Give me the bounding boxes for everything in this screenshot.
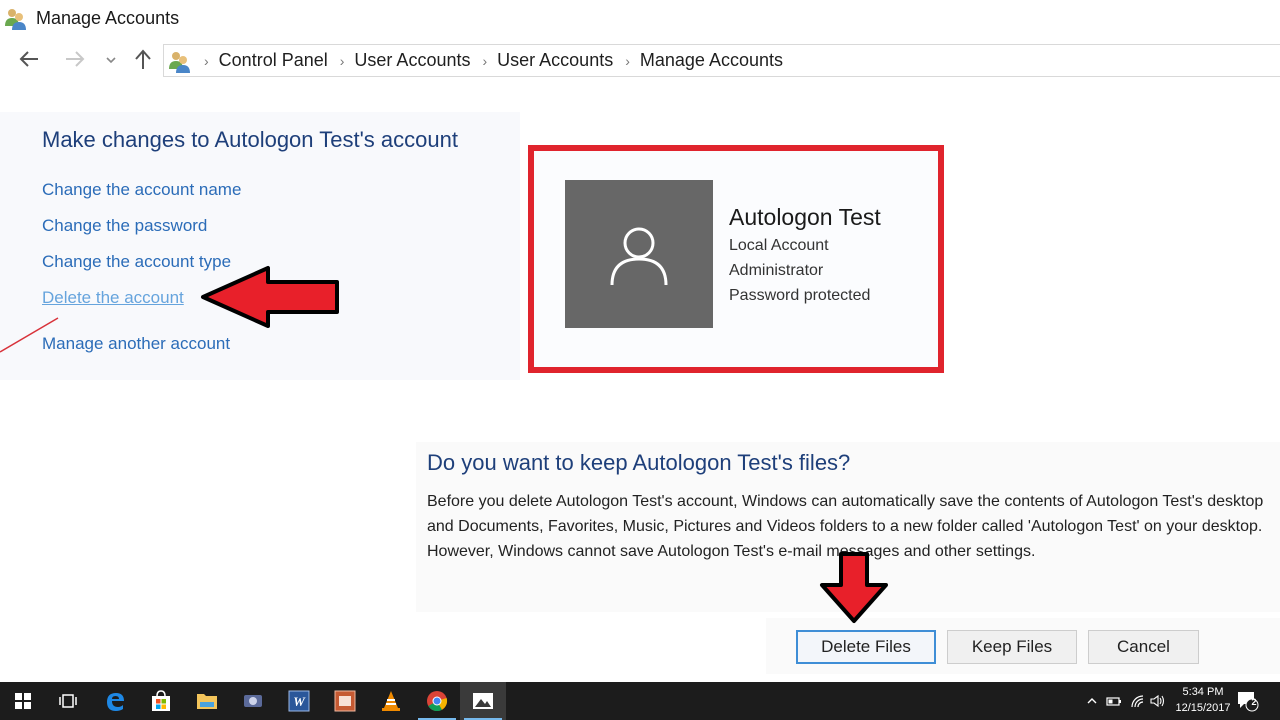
user-icon <box>610 227 668 286</box>
notification-count: 2 <box>1251 697 1257 707</box>
taskbar-photos[interactable] <box>460 682 506 720</box>
arrow-up-icon <box>135 49 151 69</box>
chevron-up-icon <box>1087 698 1097 704</box>
vlc-icon <box>382 691 400 711</box>
change-password-link[interactable]: Change the password <box>42 216 207 236</box>
forward-button[interactable] <box>64 48 86 75</box>
svg-text:W: W <box>293 694 306 709</box>
change-account-type-link[interactable]: Change the account type <box>42 252 231 272</box>
chrome-icon <box>427 691 448 712</box>
user-accounts-icon <box>169 51 190 73</box>
back-button[interactable] <box>18 48 40 75</box>
task-view-icon <box>59 694 77 708</box>
account-type: Local Account <box>729 237 829 254</box>
keep-files-description: Before you delete Autologon Test's accou… <box>427 493 1264 560</box>
breadcrumb-manage-accounts[interactable]: Manage Accounts <box>640 50 783 71</box>
arrow-right-icon <box>66 51 85 67</box>
window-title: Manage Accounts <box>36 8 180 28</box>
start-button[interactable] <box>0 682 46 720</box>
photos-icon <box>473 693 493 709</box>
up-button[interactable] <box>132 48 154 75</box>
store-icon <box>152 690 170 711</box>
app-icon <box>244 695 262 707</box>
keep-files-button[interactable]: Keep Files <box>947 630 1077 664</box>
taskbar: W <box>0 682 1280 720</box>
folder-icon <box>197 694 217 709</box>
change-account-name-link[interactable]: Change the account name <box>42 180 241 200</box>
account-role: Administrator <box>729 262 824 279</box>
taskbar-powerpoint[interactable] <box>322 682 368 720</box>
keep-files-heading: Do you want to keep Autologon Test's fil… <box>427 450 851 475</box>
account-name: Autologon Test <box>729 204 881 230</box>
taskbar-chrome[interactable] <box>414 682 460 720</box>
breadcrumb-separator[interactable]: › <box>204 53 209 69</box>
edge-icon <box>107 693 124 711</box>
windows-logo-icon <box>15 693 31 709</box>
address-bar[interactable]: › Control Panel › User Accounts › User A… <box>163 44 1280 77</box>
delete-files-button[interactable]: Delete Files <box>796 630 936 664</box>
network-button[interactable] <box>1130 682 1146 720</box>
clock-time: 5:34 PM <box>1182 686 1224 698</box>
volume-icon <box>1150 694 1165 708</box>
taskbar-vlc[interactable] <box>368 682 414 720</box>
breadcrumb-control-panel[interactable]: Control Panel <box>219 50 328 71</box>
cancel-button[interactable]: Cancel <box>1088 630 1199 664</box>
taskbar-app[interactable] <box>230 682 276 720</box>
user-accounts-icon <box>5 9 26 30</box>
show-hidden-icons-button[interactable] <box>1086 682 1098 720</box>
title-bar: Manage Accounts <box>0 0 1280 38</box>
taskbar-clock[interactable]: 5:34 PM 12/15/2017 <box>1168 684 1238 716</box>
manage-another-account-link[interactable]: Manage another account <box>42 334 230 354</box>
breadcrumb-separator[interactable]: › <box>340 53 345 69</box>
task-view-button[interactable] <box>45 682 91 720</box>
delete-account-link[interactable]: Delete the account <box>42 288 184 308</box>
account-security: Password protected <box>729 287 871 304</box>
tasks-heading: Make changes to Autologon Test's account <box>42 127 458 152</box>
word-icon: W <box>288 690 310 712</box>
breadcrumb-user-accounts[interactable]: User Accounts <box>354 50 470 71</box>
arrow-left-icon <box>19 51 38 67</box>
battery-button[interactable] <box>1106 682 1122 720</box>
taskbar-word[interactable]: W <box>276 682 322 720</box>
breadcrumb-separator[interactable]: › <box>482 53 487 69</box>
powerpoint-icon <box>334 690 356 712</box>
taskbar-file-explorer[interactable] <box>184 682 230 720</box>
account-avatar <box>565 180 713 328</box>
breadcrumb-user-accounts-sub[interactable]: User Accounts <box>497 50 613 71</box>
battery-icon <box>1106 697 1121 706</box>
recent-locations-button[interactable] <box>104 48 118 75</box>
chevron-down-icon <box>106 57 116 64</box>
taskbar-store[interactable] <box>138 682 184 720</box>
taskbar-edge[interactable] <box>92 682 138 720</box>
breadcrumb-separator[interactable]: › <box>625 53 630 69</box>
clock-date: 12/15/2017 <box>1175 702 1231 714</box>
volume-button[interactable] <box>1150 682 1166 720</box>
wifi-icon <box>1131 695 1144 708</box>
